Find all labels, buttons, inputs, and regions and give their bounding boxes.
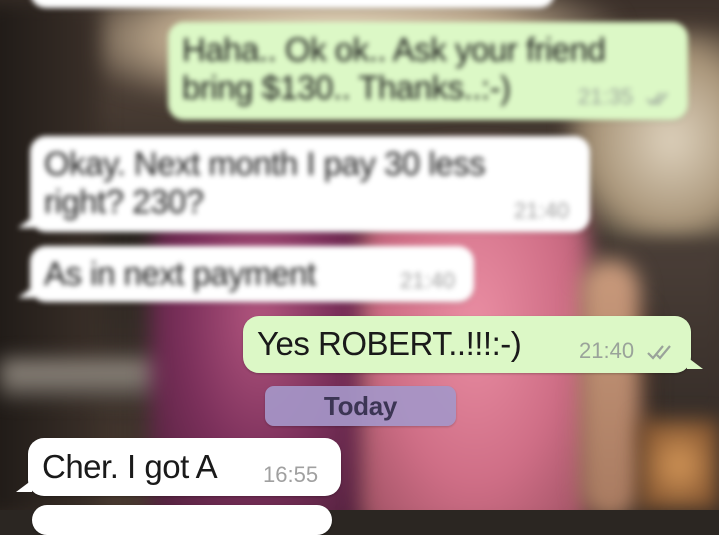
message-timestamp: 16:55 (263, 462, 319, 487)
partial-message-bubble (30, 0, 555, 8)
message-timestamp: 21:35 (578, 84, 634, 109)
message-bubble-outgoing[interactable]: Yes ROBERT..!!!:-) 21:40 (243, 316, 703, 373)
message-text: right? 230? (44, 183, 204, 220)
double-check-icon (647, 345, 671, 360)
message-text: Cher. I got A (42, 448, 218, 485)
message-bubble-incoming[interactable]: As in next payment 21:40 (18, 246, 474, 302)
date-divider: Today (265, 386, 456, 426)
message-text: Haha.. Ok ok.. Ask your friend (182, 31, 606, 68)
message-text: Okay. Next month I pay 30 less (44, 145, 486, 182)
message-bubble-incoming[interactable]: Cher. I got A 16:55 (16, 438, 341, 496)
message-timestamp: 21:40 (514, 198, 570, 223)
message-timestamp: 21:40 (400, 268, 456, 293)
message-bubble-outgoing[interactable]: Haha.. Ok ok.. Ask your friend bring $13… (168, 22, 688, 120)
message-timestamp: 21:40 (579, 338, 635, 363)
date-divider-label: Today (323, 390, 398, 421)
message-text: bring $130.. Thanks..:-) (182, 69, 511, 106)
message-text: As in next payment (44, 255, 316, 292)
double-check-icon (646, 92, 668, 106)
message-text: Yes ROBERT..!!!:-) (257, 325, 522, 362)
message-bubble-incoming[interactable]: Okay. Next month I pay 30 less right? 23… (18, 136, 590, 232)
message-list[interactable]: Haha.. Ok ok.. Ask your friend bring $13… (0, 0, 719, 535)
